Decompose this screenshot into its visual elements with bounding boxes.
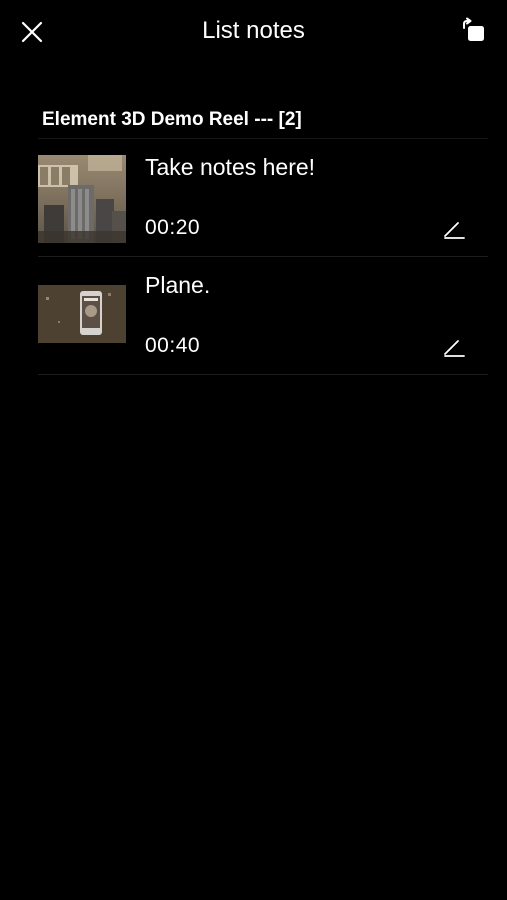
note-text: Plane. xyxy=(145,272,211,298)
page-title: List notes xyxy=(202,17,305,44)
pencil-icon xyxy=(444,340,465,357)
note-timestamp[interactable]: 00:40 xyxy=(145,332,200,360)
note-text: Take notes here! xyxy=(145,154,316,180)
note-item[interactable]: Take notes here! 00:20 xyxy=(38,139,488,257)
edit-note-button[interactable] xyxy=(439,333,469,363)
note-thumbnail xyxy=(38,273,126,361)
phone-render-thumbnail xyxy=(38,273,126,361)
edit-note-button[interactable] xyxy=(439,215,469,245)
note-timestamp[interactable]: 00:20 xyxy=(145,214,200,242)
video-title: Element 3D Demo Reel --- [2] xyxy=(42,109,302,130)
rotate-screen-icon xyxy=(463,17,484,41)
header-bar: List notes xyxy=(0,0,507,64)
pencil-icon xyxy=(444,222,465,239)
city-skyline-thumbnail xyxy=(38,155,126,243)
notes-list: Take notes here! 00:20 Plane. 00:40 xyxy=(38,138,488,375)
note-item[interactable]: Plane. 00:40 xyxy=(38,257,488,375)
rotate-screen-button[interactable] xyxy=(456,13,492,49)
note-thumbnail xyxy=(38,155,126,243)
